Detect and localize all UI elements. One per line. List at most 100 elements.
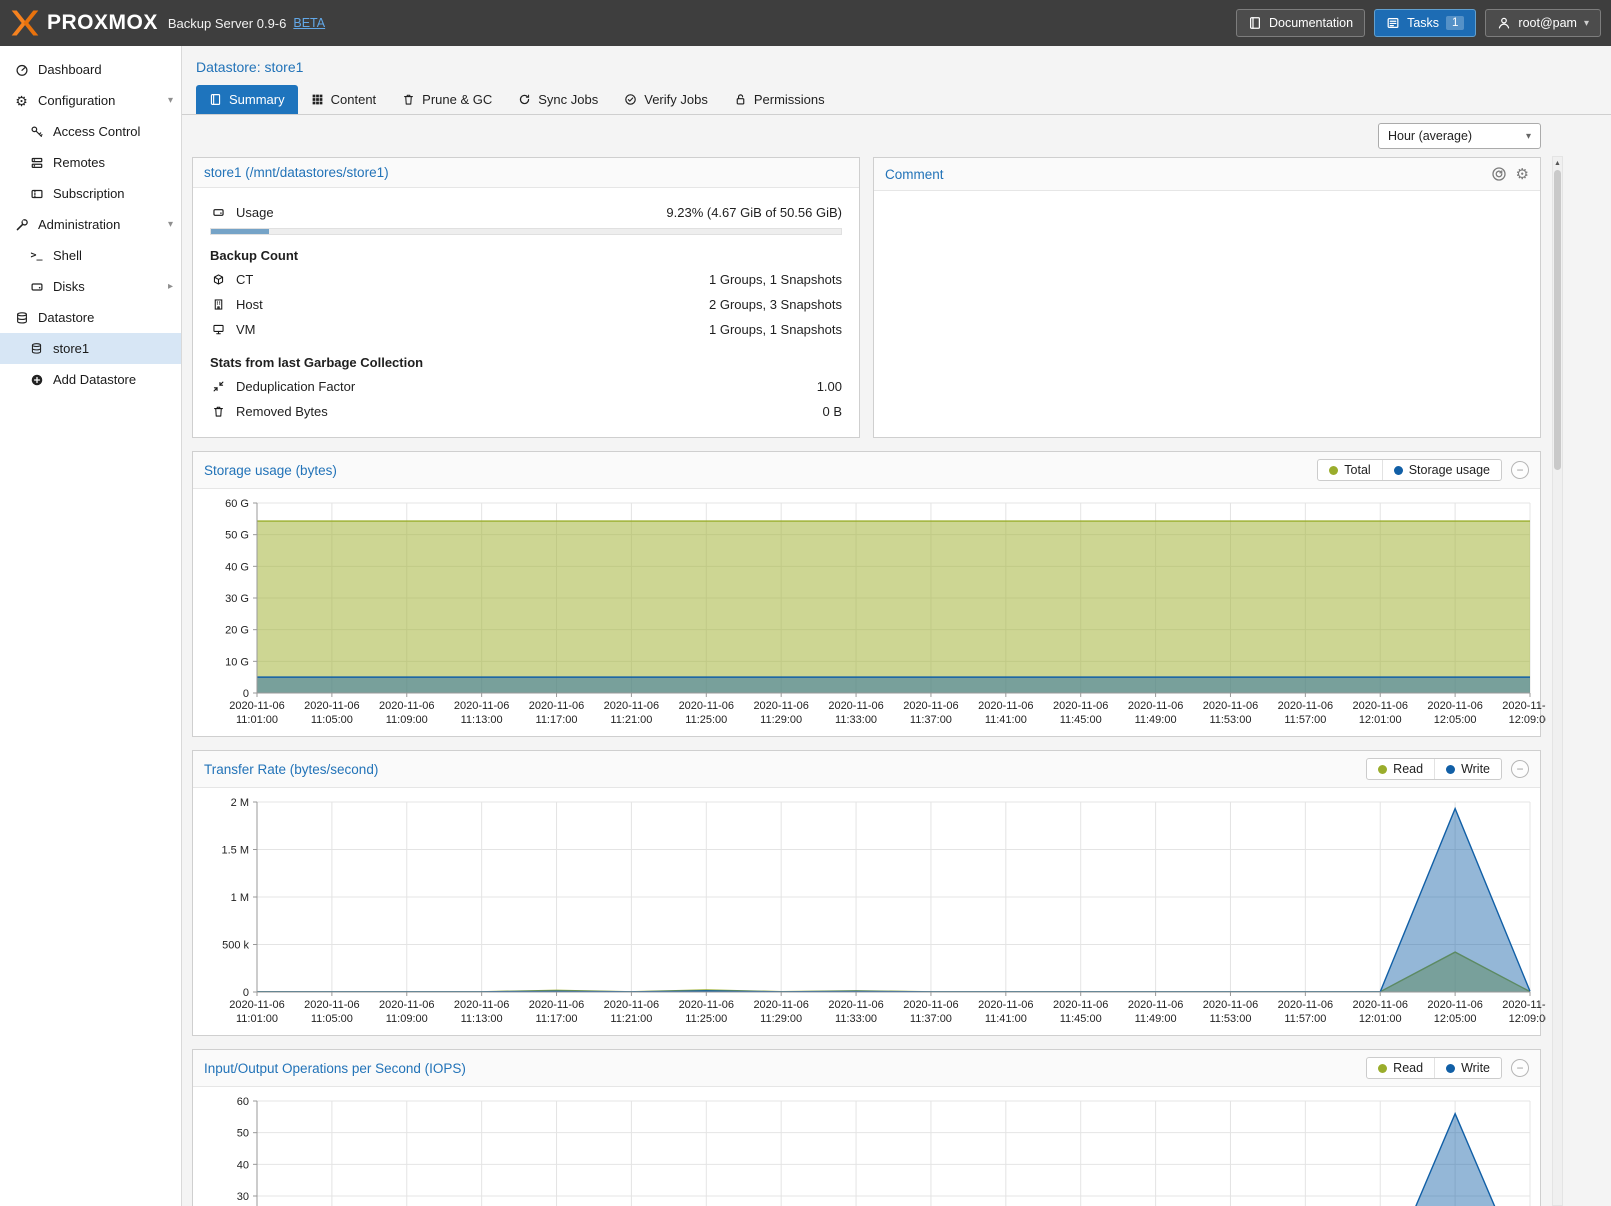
- usage-progressbar: [210, 228, 842, 235]
- legend-item-storage-usage[interactable]: Storage usage: [1382, 460, 1501, 480]
- svg-text:2020-11-06: 2020-11-06: [978, 700, 1033, 712]
- legend-item-read[interactable]: Read: [1367, 759, 1434, 779]
- user-icon: [1497, 16, 1511, 30]
- svg-text:0: 0: [243, 987, 249, 999]
- backup-count-value: 2 Groups, 3 Snapshots: [709, 297, 842, 312]
- usage-row: Usage 9.23% (4.67 GiB of 50.56 GiB): [210, 200, 842, 225]
- svg-text:11:13:00: 11:13:00: [461, 1013, 503, 1025]
- svg-text:11:25:00: 11:25:00: [685, 1013, 727, 1025]
- svg-text:12:09:00: 12:09:00: [1509, 1013, 1546, 1025]
- sidebar-item-shell[interactable]: >_ Shell: [0, 240, 181, 271]
- tab-label: Sync Jobs: [538, 92, 598, 107]
- svg-text:2020-11-06: 2020-11-06: [1128, 700, 1183, 712]
- dedup-factor-row: Deduplication Factor 1.00: [210, 374, 842, 399]
- chevron-down-icon[interactable]: ▾: [168, 219, 173, 230]
- tab-label: Prune & GC: [422, 92, 492, 107]
- storage-usage-panel: Storage usage (bytes) Total Storage usag…: [192, 451, 1541, 737]
- svg-text:12:05:00: 12:05:00: [1434, 714, 1477, 726]
- trash-icon: [210, 405, 227, 418]
- tab-verify-jobs[interactable]: Verify Jobs: [611, 85, 721, 114]
- svg-text:60: 60: [237, 1096, 249, 1108]
- svg-text:11:37:00: 11:37:00: [910, 1013, 952, 1025]
- gc-stat-value: 0 B: [822, 404, 842, 419]
- svg-text:11:29:00: 11:29:00: [760, 1013, 802, 1025]
- svg-text:2020-11-06: 2020-11-06: [1502, 700, 1546, 712]
- page-title: Datastore: store1: [196, 59, 303, 75]
- gear-icon[interactable]: ⚙: [1516, 165, 1529, 183]
- collapse-icon[interactable]: [1511, 760, 1529, 778]
- sidebar-item-datastore[interactable]: Datastore: [0, 302, 181, 333]
- legend-label: Read: [1393, 1061, 1423, 1075]
- transfer-rate-panel: Transfer Rate (bytes/second) Read Write: [192, 750, 1541, 1036]
- legend-item-write[interactable]: Write: [1434, 1058, 1501, 1078]
- sync-icon: [518, 93, 531, 106]
- sidebar-item-access-control[interactable]: Access Control: [0, 116, 181, 147]
- legend-dot: [1446, 765, 1455, 774]
- sidebar: Dashboard ⚙ Configuration ▾ Access Contr…: [0, 46, 182, 1206]
- tab-sync-jobs[interactable]: Sync Jobs: [505, 85, 611, 114]
- svg-text:2020-11-06: 2020-11-06: [1353, 700, 1408, 712]
- scrollbar-thumb[interactable]: [1554, 170, 1561, 470]
- svg-text:2020-11-06: 2020-11-06: [978, 999, 1033, 1011]
- chart-toolbar: Hour (average) ▾: [182, 115, 1611, 157]
- sidebar-item-administration[interactable]: Administration ▾: [0, 209, 181, 240]
- tab-summary[interactable]: Summary: [196, 85, 298, 114]
- svg-text:12:09:00: 12:09:00: [1509, 714, 1546, 726]
- refresh-circle-icon[interactable]: [1491, 166, 1507, 182]
- chevron-down-icon: ▾: [1526, 131, 1531, 142]
- svg-text:11:57:00: 11:57:00: [1284, 1013, 1326, 1025]
- sidebar-item-subscription[interactable]: Subscription: [0, 178, 181, 209]
- svg-text:11:45:00: 11:45:00: [1060, 1013, 1102, 1025]
- tab-prune-gc[interactable]: Prune & GC: [389, 85, 505, 114]
- legend-dot: [1394, 466, 1403, 475]
- legend-item-read[interactable]: Read: [1367, 1058, 1434, 1078]
- usage-progress-fill: [211, 229, 269, 234]
- tab-permissions[interactable]: Permissions: [721, 85, 838, 114]
- tab-bar: Summary Content Prune &: [182, 75, 1611, 115]
- check-circle-icon: [624, 93, 637, 106]
- key-icon: [28, 125, 45, 139]
- collapse-icon[interactable]: [1511, 1059, 1529, 1077]
- collapse-icon[interactable]: [1511, 461, 1529, 479]
- beta-link[interactable]: BETA: [293, 16, 325, 30]
- documentation-button[interactable]: Documentation: [1236, 9, 1365, 37]
- tasks-count-badge: 1: [1446, 16, 1464, 30]
- brand: PROXMOX: [10, 8, 158, 38]
- sidebar-item-remotes[interactable]: Remotes: [0, 147, 181, 178]
- tab-content[interactable]: Content: [298, 85, 390, 114]
- svg-text:2020-11-06: 2020-11-06: [529, 700, 584, 712]
- backup-type-label: Host: [236, 297, 263, 312]
- sidebar-item-add-datastore[interactable]: Add Datastore: [0, 364, 181, 395]
- legend-item-total[interactable]: Total: [1318, 460, 1381, 480]
- svg-text:11:53:00: 11:53:00: [1209, 1013, 1251, 1025]
- tasks-button[interactable]: Tasks 1: [1374, 9, 1476, 37]
- backup-count-row-vm: VM 1 Groups, 1 Snapshots: [210, 317, 842, 342]
- chart-legend: Read Write: [1366, 758, 1502, 780]
- comment-body[interactable]: [874, 191, 1540, 437]
- sidebar-item-disks[interactable]: Disks ▸: [0, 271, 181, 302]
- monitor-icon: [210, 323, 227, 336]
- vertical-scrollbar[interactable]: ▲: [1552, 156, 1563, 1206]
- legend-item-write[interactable]: Write: [1434, 759, 1501, 779]
- server-icon: [28, 156, 45, 170]
- hdd-icon: [210, 206, 227, 219]
- sidebar-item-configuration[interactable]: ⚙ Configuration ▾: [0, 85, 181, 116]
- time-range-select[interactable]: Hour (average) ▾: [1378, 123, 1541, 149]
- svg-text:2020-11-06: 2020-11-06: [1427, 700, 1482, 712]
- chevron-right-icon[interactable]: ▸: [168, 281, 173, 292]
- database-icon: [28, 342, 45, 355]
- svg-text:2020-11-06: 2020-11-06: [1278, 999, 1333, 1011]
- sidebar-item-label: Remotes: [53, 155, 105, 170]
- main-content: Datastore: store1 Summary: [182, 46, 1611, 1206]
- compress-icon: [210, 380, 227, 393]
- sidebar-item-dashboard[interactable]: Dashboard: [0, 54, 181, 85]
- tab-label: Permissions: [754, 92, 825, 107]
- user-menu-button[interactable]: root@pam ▾: [1485, 9, 1601, 37]
- svg-text:40 G: 40 G: [225, 561, 249, 573]
- svg-text:2020-11-06: 2020-11-06: [304, 999, 359, 1011]
- svg-text:60 G: 60 G: [225, 498, 249, 510]
- scroll-up-icon[interactable]: ▲: [1553, 157, 1562, 169]
- sidebar-item-store1[interactable]: store1: [0, 333, 181, 364]
- svg-text:2020-11-06: 2020-11-06: [1278, 700, 1333, 712]
- chevron-down-icon[interactable]: ▾: [168, 95, 173, 106]
